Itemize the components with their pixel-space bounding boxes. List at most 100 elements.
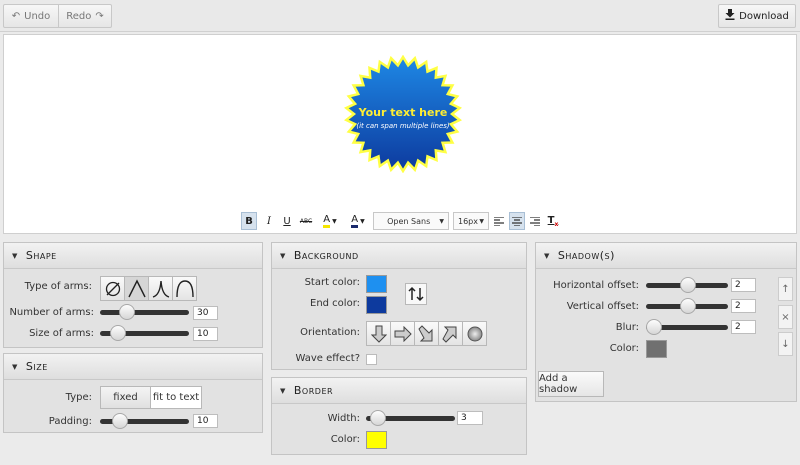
orientation-label: Orientation: [300, 327, 360, 338]
align-left-icon [494, 216, 504, 226]
border-color-label: Color: [330, 434, 360, 445]
end-color-swatch[interactable] [366, 296, 387, 314]
vertical-offset-slider-thumb[interactable] [680, 298, 696, 314]
orientation-horizontal-button[interactable] [390, 321, 415, 346]
caret-down-icon: ▼ [360, 217, 365, 225]
border-panel: ▼ Border Width: 3 Color: [271, 377, 527, 455]
bold-button[interactable]: B [241, 212, 257, 230]
number-of-arms-slider[interactable] [100, 310, 189, 315]
italic-button[interactable]: I [262, 212, 276, 230]
padding-label: Padding: [48, 416, 92, 427]
align-center-button[interactable] [509, 212, 525, 230]
border-color-swatch[interactable] [366, 431, 387, 449]
shape-panel: ▼ Shape Type of arms: Number of arms: 30… [3, 242, 263, 348]
shadow-color-swatch[interactable] [646, 340, 667, 358]
background-color-button[interactable]: A ▼ [346, 212, 370, 230]
orientation-radial-button[interactable] [462, 321, 487, 346]
number-of-arms-input[interactable]: 30 [193, 306, 218, 320]
shadow-panel: ▼ Shadow(s) Horizontal offset: 2 Vertica… [535, 242, 797, 402]
arm-type-concave[interactable] [148, 276, 173, 301]
blur-label: Blur: [615, 322, 639, 333]
badge-text[interactable]: Your text here [344, 106, 462, 119]
size-panel-title: Size [25, 360, 48, 373]
top-toolbar: ↶ Undo Redo ↷ Download [0, 0, 800, 32]
circle-slash-icon [105, 281, 120, 296]
peak-straight-icon [127, 278, 146, 297]
download-label: Download [739, 10, 789, 22]
strikethrough-button[interactable]: ABC [297, 212, 315, 230]
padding-input[interactable]: 10 [193, 414, 218, 428]
badge-subtext[interactable]: (it can span multiple lines) [344, 122, 462, 130]
shadow-panel-header[interactable]: ▼ Shadow(s) [536, 243, 796, 269]
font-family-select[interactable]: Open Sans ▼ [373, 212, 449, 230]
blur-slider-thumb[interactable] [646, 319, 662, 335]
add-shadow-button[interactable]: Add a shadow [538, 371, 604, 397]
redo-label: Redo [66, 10, 92, 22]
download-button[interactable]: Download [718, 4, 796, 28]
number-of-arms-label: Number of arms: [9, 307, 94, 318]
collapse-triangle-icon: ▼ [280, 251, 286, 260]
undo-button[interactable]: ↶ Undo [3, 4, 59, 28]
swap-colors-button[interactable] [405, 283, 427, 305]
arm-type-rounded[interactable] [172, 276, 197, 301]
swap-arrows-icon [408, 286, 424, 302]
size-of-arms-input[interactable]: 10 [193, 327, 218, 341]
orientation-diagonal-down-button[interactable] [414, 321, 439, 346]
bg-color-letter: A [351, 214, 359, 228]
end-color-label: End color: [310, 298, 360, 309]
border-panel-header[interactable]: ▼ Border [272, 378, 526, 404]
border-panel-title: Border [293, 384, 334, 397]
padding-slider-thumb[interactable] [112, 413, 128, 429]
vertical-offset-input[interactable]: 2 [731, 299, 756, 313]
align-left-button[interactable] [491, 212, 507, 230]
wave-effect-checkbox[interactable] [366, 354, 377, 365]
size-panel-header[interactable]: ▼ Size [4, 354, 262, 380]
clear-format-icon: Tx [547, 214, 559, 228]
horizontal-offset-label: Horizontal offset: [553, 280, 639, 291]
arrow-down-icon [370, 325, 387, 343]
font-color-button[interactable]: A ▼ [318, 212, 342, 230]
background-panel: ▼ Background Start color: End color: Ori… [271, 242, 527, 370]
horizontal-offset-input[interactable]: 2 [731, 278, 756, 292]
shape-panel-title: Shape [25, 249, 57, 262]
redo-button[interactable]: Redo ↷ [58, 4, 112, 28]
background-panel-title: Background [293, 249, 359, 262]
clear-format-button[interactable]: Tx [545, 212, 561, 230]
arm-type-straight[interactable] [124, 276, 149, 301]
size-of-arms-label: Size of arms: [29, 328, 94, 339]
download-icon [725, 9, 735, 23]
arrow-up-right-icon [441, 326, 456, 343]
horizontal-offset-slider-thumb[interactable] [680, 277, 696, 293]
shape-panel-header[interactable]: ▼ Shape [4, 243, 262, 269]
font-size-value: 16px [458, 216, 478, 226]
peak-concave-icon [152, 280, 169, 298]
size-of-arms-slider-thumb[interactable] [110, 325, 126, 341]
undo-label: Undo [24, 10, 51, 22]
start-color-label: Start color: [304, 277, 360, 288]
arm-type-none[interactable] [100, 276, 125, 301]
start-color-swatch[interactable] [366, 275, 387, 293]
border-width-slider-thumb[interactable] [370, 410, 386, 426]
redo-icon: ↷ [95, 10, 104, 22]
size-type-fit-to-text[interactable]: fit to text [150, 386, 202, 409]
vertical-offset-label: Vertical offset: [566, 301, 639, 312]
size-type-label: Type: [65, 392, 92, 403]
underline-button[interactable]: U [280, 212, 294, 230]
size-type-fixed[interactable]: fixed [100, 386, 151, 409]
align-right-button[interactable] [527, 212, 543, 230]
caret-down-icon: ▼ [332, 217, 337, 225]
wave-effect-label: Wave effect? [295, 353, 360, 364]
font-size-select[interactable]: 16px ▼ [453, 212, 489, 230]
orientation-vertical-button[interactable] [366, 321, 391, 346]
blur-input[interactable]: 2 [731, 320, 756, 334]
border-width-input[interactable]: 3 [457, 411, 483, 425]
arm-type-label: Type of arms: [24, 281, 92, 292]
background-panel-header[interactable]: ▼ Background [272, 243, 526, 269]
collapse-triangle-icon: ▼ [544, 251, 550, 260]
number-of-arms-slider-thumb[interactable] [119, 304, 135, 320]
move-shadow-up-button[interactable]: ↑ [778, 277, 793, 301]
orientation-diagonal-up-button[interactable] [438, 321, 463, 346]
remove-shadow-button[interactable]: × [778, 305, 793, 329]
badge-canvas: Your text here (it can span multiple lin… [3, 34, 797, 234]
move-shadow-down-button[interactable]: ↓ [778, 332, 793, 356]
